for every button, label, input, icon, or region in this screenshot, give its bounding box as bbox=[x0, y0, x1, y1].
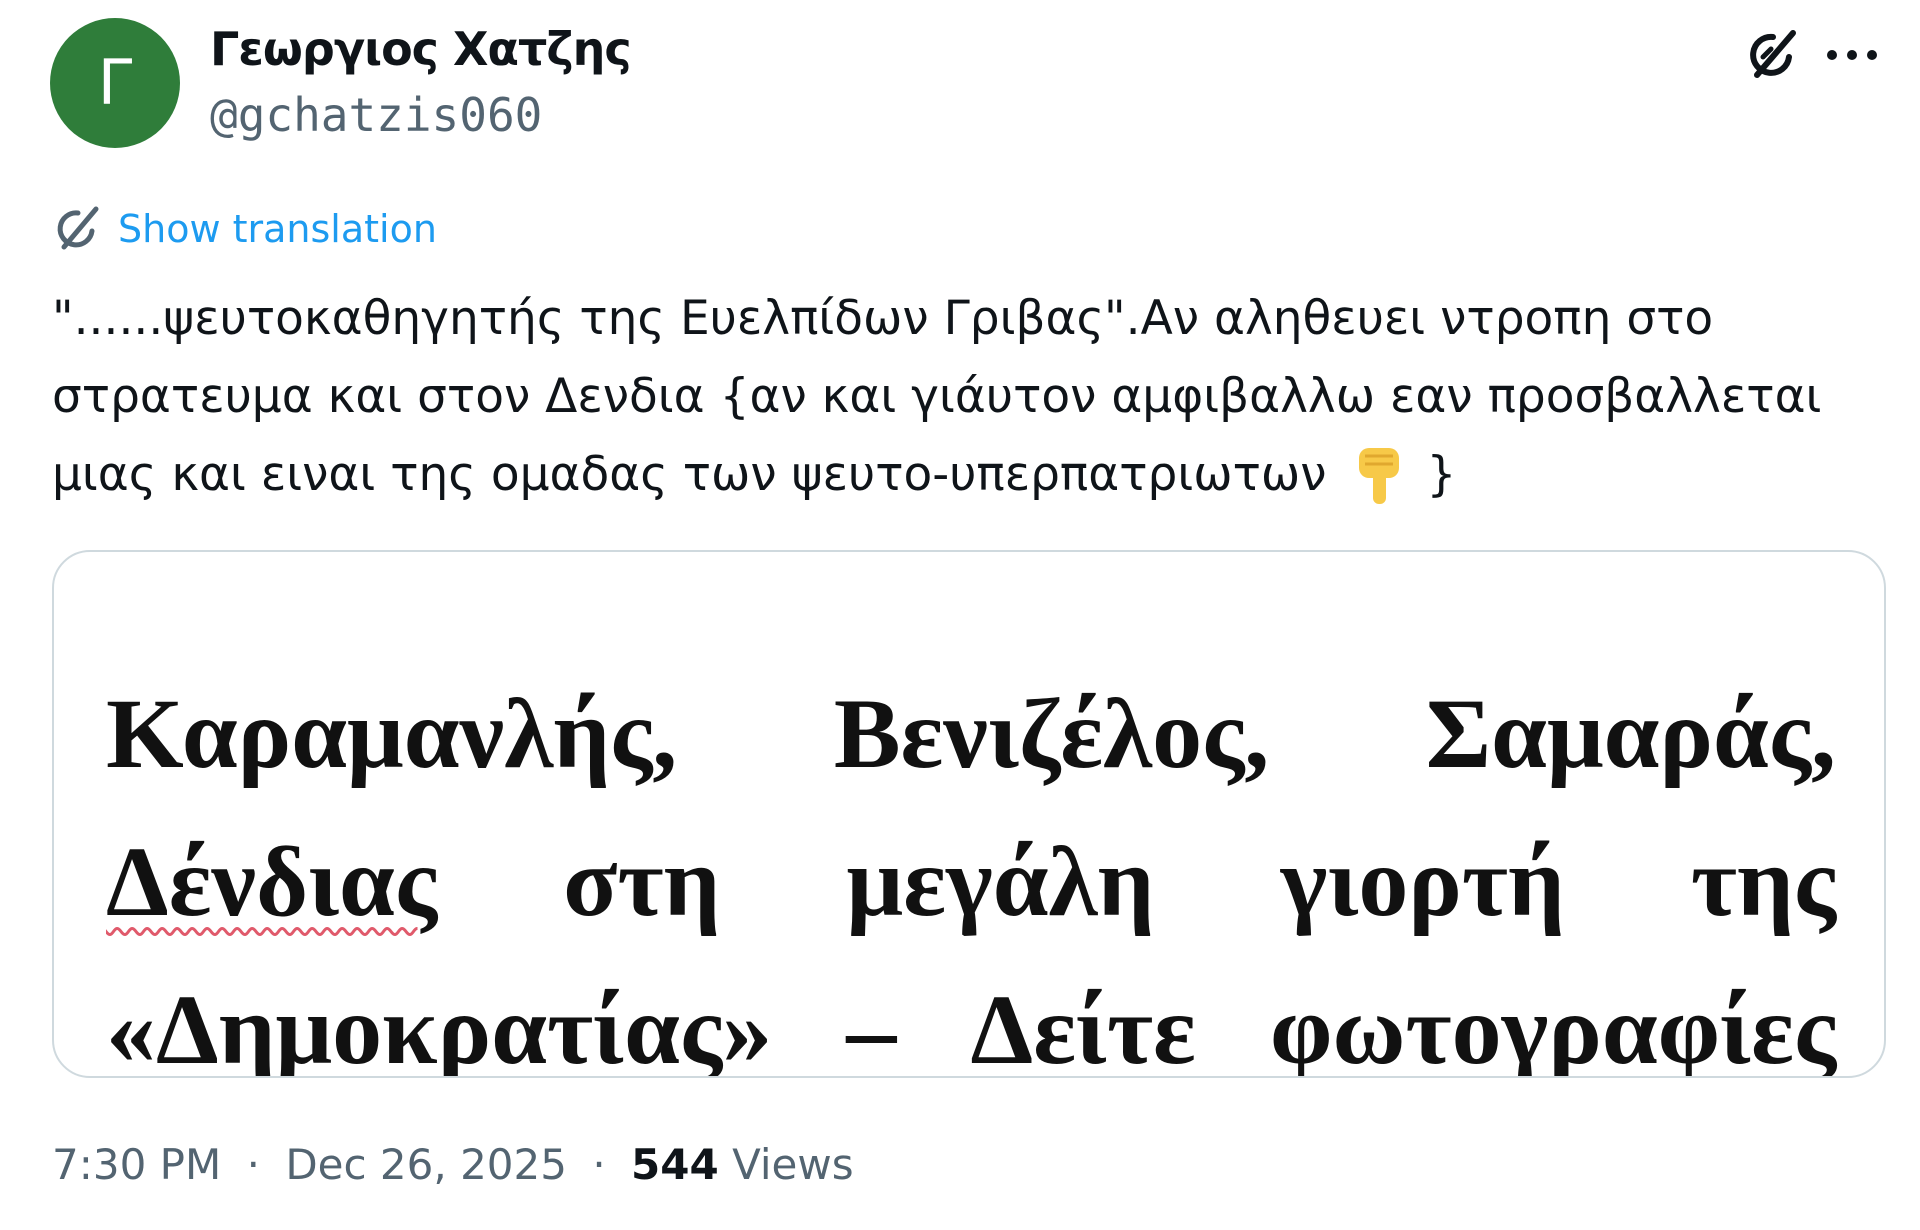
headline-word: Δείτε bbox=[970, 974, 1196, 1078]
more-options-button[interactable] bbox=[1818, 24, 1886, 86]
tweet-line-text: μιας και ειναι της ομαδας των ψευτο-υπερ… bbox=[52, 447, 1327, 502]
tweet-line: "......ψευτοκαθηγητής της Ευελπίδων Γριβ… bbox=[52, 291, 1714, 346]
separator-dot: · bbox=[592, 1140, 606, 1189]
tweet-time[interactable]: 7:30 PM bbox=[52, 1140, 221, 1189]
tweet-line-last: μιας και ειναι της ομαδας των ψευτο-υπερ… bbox=[52, 436, 1892, 514]
headline-word: φωτογραφίες bbox=[1269, 974, 1836, 1078]
headline-word: Καραμανλής, bbox=[106, 678, 678, 789]
grok-slash-icon bbox=[1750, 30, 1796, 78]
tweet-line: στρατευμα και στον Δενδια {αν και γιάυτο… bbox=[52, 369, 1822, 424]
ellipsis-icon bbox=[1827, 50, 1877, 60]
show-translation-label: Show translation bbox=[118, 207, 437, 251]
headline-word: Βενιζέλος, bbox=[833, 678, 1270, 789]
tweet-line-end: } bbox=[1426, 447, 1457, 502]
headline-word: «Δημοκρατίας» bbox=[106, 974, 773, 1078]
separator-dot: · bbox=[246, 1140, 260, 1189]
headline-word-misspelled: Δένδιας bbox=[106, 826, 438, 937]
headline-line: Καραμανλής, Βενιζέλος, Σαμαράς, bbox=[106, 660, 1836, 808]
card-headline: Καραμανλής, Βενιζέλος, Σαμαράς, Δένδιας … bbox=[106, 660, 1836, 1078]
tweet-date[interactable]: Dec 26, 2025 bbox=[285, 1140, 567, 1189]
headline-word: μεγάλη bbox=[846, 826, 1155, 937]
views-label: Views bbox=[732, 1140, 854, 1189]
headline-line: Δένδιας στη μεγάλη γιορτή της bbox=[106, 808, 1836, 956]
headline-word: στη bbox=[563, 826, 721, 937]
tweet-text: "......ψευτοκαθηγητής της Ευελπίδων Γριβ… bbox=[52, 280, 1892, 514]
headline-word: της bbox=[1690, 826, 1836, 937]
headline-word: γιορτή bbox=[1280, 826, 1565, 937]
avatar-letter: Γ bbox=[97, 46, 133, 119]
views-count: 544 bbox=[631, 1140, 719, 1189]
tweet-meta: 7:30 PM · Dec 26, 2025 · 544 Views bbox=[52, 1140, 854, 1189]
show-translation-link[interactable]: Show translation bbox=[52, 205, 437, 253]
headline-word: Σαμαράς, bbox=[1425, 678, 1836, 789]
avatar[interactable]: Γ bbox=[50, 18, 180, 148]
point-down-emoji bbox=[1358, 448, 1399, 504]
headline-line: «Δημοκρατίας» – Δείτε φωτογραφίες bbox=[106, 956, 1836, 1078]
display-name[interactable]: Γεωργιος Χατζης bbox=[210, 22, 632, 76]
grok-button[interactable] bbox=[1740, 24, 1802, 86]
link-card[interactable]: Καραμανλής, Βενιζέλος, Σαμαράς, Δένδιας … bbox=[52, 550, 1886, 1078]
translate-icon bbox=[57, 206, 99, 250]
headline-word: – bbox=[846, 974, 897, 1078]
user-handle[interactable]: @gchatzis060 bbox=[210, 88, 542, 142]
